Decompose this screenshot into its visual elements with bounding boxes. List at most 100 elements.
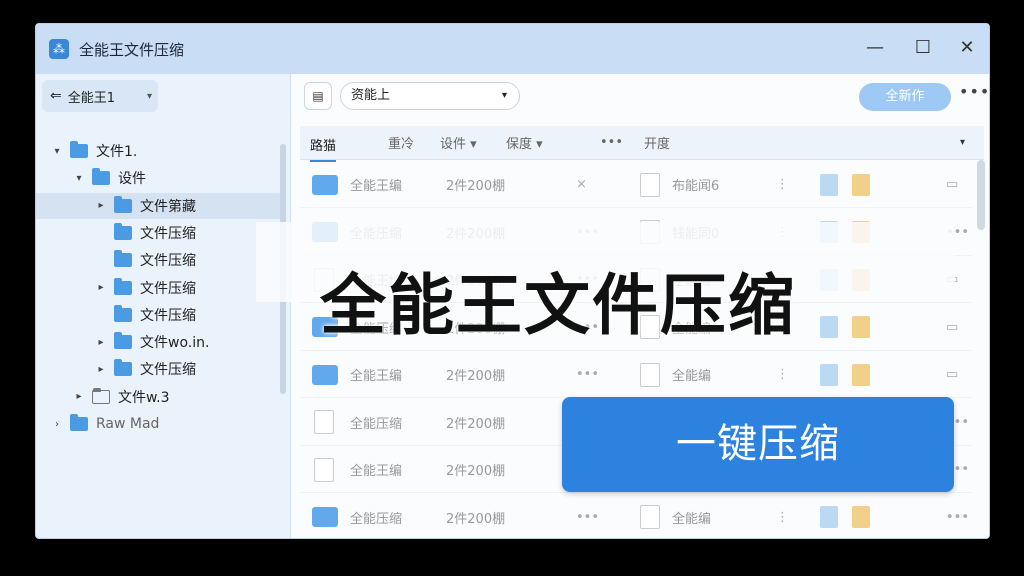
table-row[interactable]: 全能压缩 2件200棚 ••• 全能编 ⋮ ••• [300, 495, 972, 539]
row-file: 全能编 [672, 369, 712, 384]
back-arrow-icon[interactable]: ⇐ [50, 88, 62, 104]
chevron-down-icon[interactable]: ▾ [960, 137, 965, 148]
document-icon [314, 457, 334, 482]
expand-arrow-icon[interactable]: ▾ [72, 173, 86, 184]
row-name: 全能王编 [350, 464, 403, 479]
image-file-icon [820, 506, 838, 528]
row-more[interactable]: ••• [576, 367, 599, 382]
row-size: 2件200棚 [446, 179, 506, 194]
row-more[interactable]: × [576, 177, 587, 192]
image-file-icon [820, 363, 838, 386]
sidebar-tree-label: 文件w.3 [118, 389, 170, 406]
row-action-icon[interactable]: ▭ [946, 320, 958, 335]
app-logo-icon: ⁂ [49, 39, 69, 59]
row-action-icon[interactable]: ▭ [946, 177, 958, 192]
sidebar-tree-item[interactable]: ▸ 文件第藏 [36, 192, 286, 219]
expand-arrow-icon[interactable]: › [50, 419, 64, 430]
folder-icon [114, 277, 132, 295]
document-icon [640, 362, 660, 387]
sidebar-tree-item[interactable]: ▸ 文件w.3 [36, 384, 286, 410]
sidebar-tree-label: 文件1. [96, 144, 138, 160]
row-menu-icon[interactable]: ⋮ [776, 177, 789, 192]
sidebar-tree-item[interactable]: 文件压缩 [36, 247, 286, 273]
document-icon [640, 505, 660, 529]
path-select[interactable]: 资能上 ▾ [340, 82, 520, 110]
sidebar-tree-label: 文件压缩 [140, 307, 196, 324]
sidebar-tree-label: 文件压缩 [140, 280, 196, 297]
row-size: 2件200棚 [446, 416, 506, 432]
document-icon [314, 410, 334, 434]
expand-arrow-icon[interactable]: ▾ [50, 146, 64, 157]
close-button[interactable]: ✕ [956, 37, 978, 59]
column-open[interactable]: 开度 [644, 133, 670, 152]
expand-arrow-icon[interactable]: ▸ [94, 282, 108, 293]
row-name: 全能王编 [350, 179, 403, 194]
sidebar-tree-item[interactable]: 文件压缩 [36, 220, 286, 246]
sidebar-tree-item[interactable]: ▾ 设件 [36, 165, 286, 191]
sidebar-tree-label: 设件 [118, 171, 146, 188]
document-icon [640, 172, 660, 197]
row-name: 全能压缩 [350, 511, 403, 527]
promo-headline: 全能王文件压缩 [320, 267, 796, 344]
folder-icon [312, 174, 338, 195]
chevron-down-icon: ▾ [146, 90, 152, 102]
row-action-icon[interactable]: ▭ [946, 367, 958, 382]
expand-arrow-icon[interactable]: ▸ [94, 337, 108, 348]
row-more[interactable]: ••• [576, 510, 599, 525]
chevron-down-icon: ▾ [501, 90, 507, 101]
sidebar-location-dropdown[interactable]: ⇐ 全能王1 ▾ [42, 80, 158, 112]
minimize-button[interactable]: — [864, 37, 886, 59]
sidebar-tree-label: 文件wo.in. [140, 335, 210, 352]
sidebar-tree-label: 文件第藏 [140, 198, 196, 215]
title-bar: ⁂ 全能王文件压缩 — ☐ ✕ [36, 24, 989, 74]
file-list-scrollbar[interactable] [977, 160, 985, 230]
more-options-icon[interactable]: ••• [959, 82, 989, 101]
row-size: 2件200棚 [446, 511, 506, 527]
folder-icon [70, 141, 88, 158]
table-row[interactable]: 全能王编 2件200棚 ••• 全能编 ⋮ ▭ [300, 352, 972, 398]
archive-file-icon [852, 506, 870, 528]
expand-arrow-icon[interactable]: ▸ [94, 200, 108, 211]
row-menu-icon[interactable]: ⋮ [776, 367, 789, 382]
path-select-value: 资能上 [351, 88, 391, 103]
folder-icon [312, 364, 338, 385]
row-name: 全能压缩 [350, 416, 403, 432]
sidebar-tree-item[interactable]: ▸ 文件压缩 [36, 356, 286, 382]
sidebar-location-label: 全能王1 [67, 90, 116, 106]
row-size: 2件200棚 [446, 464, 506, 479]
row-action-icon[interactable]: ••• [946, 510, 969, 525]
image-file-icon [820, 173, 838, 196]
archive-file-icon [852, 173, 870, 196]
row-file: 全能编 [672, 511, 712, 527]
sidebar-tree-item[interactable]: ▸ 文件wo.in. [36, 329, 286, 355]
sidebar-tree-item[interactable]: › Raw Mad [36, 411, 286, 437]
column-more[interactable]: ••• [600, 135, 623, 150]
column-degree[interactable]: 保度 ▾ [506, 133, 543, 152]
expand-arrow-icon[interactable]: ▸ [72, 391, 86, 402]
column-name[interactable]: 重冷 [388, 133, 414, 152]
folder-icon [312, 507, 338, 527]
expand-arrow-icon[interactable]: ▸ [94, 364, 108, 375]
window-title: 全能王文件压缩 [79, 40, 185, 59]
sidebar-tree-label: 文件压缩 [140, 362, 196, 379]
folder-icon [70, 414, 88, 431]
sidebar-tree-item[interactable]: ▸ 文件压缩 [36, 275, 286, 301]
one-click-compress-button[interactable]: 一键压缩 [562, 397, 954, 492]
sidebar-tree-item[interactable]: 文件压缩 [36, 302, 286, 328]
archive-file-icon [852, 363, 870, 386]
column-header: 路猫 重冷 设件 ▾ 保度 ▾ ••• 开度 ▾ [300, 126, 984, 162]
sidebar-tree-item[interactable]: ▾ 文件1. [36, 138, 286, 164]
view-toggle-icon[interactable]: ▤ [304, 82, 332, 110]
folder-icon [114, 250, 132, 268]
row-menu-icon[interactable]: ⋮ [776, 510, 789, 525]
folder-icon [114, 332, 132, 350]
folder-icon [114, 222, 132, 240]
toolbar: ▤ 资能上 ▾ 全新作 ••• [292, 74, 989, 120]
folder-icon [114, 304, 132, 322]
sidebar: ⇐ 全能王1 ▾ ▾ 文件1. ▾ 设件 ▸ 文件第藏 文件压缩 文件压缩 ▸ 文件压缩 文件压缩 ▸… [36, 74, 291, 538]
new-task-button[interactable]: 全新作 [859, 83, 951, 111]
tab-path[interactable]: 路猫 [310, 135, 337, 162]
table-row[interactable]: 全能王编 2件200棚 × 布能闻6 ⋮ ▭ [300, 162, 972, 208]
column-size[interactable]: 设件 ▾ [440, 133, 477, 152]
maximize-button[interactable]: ☐ [912, 37, 934, 59]
